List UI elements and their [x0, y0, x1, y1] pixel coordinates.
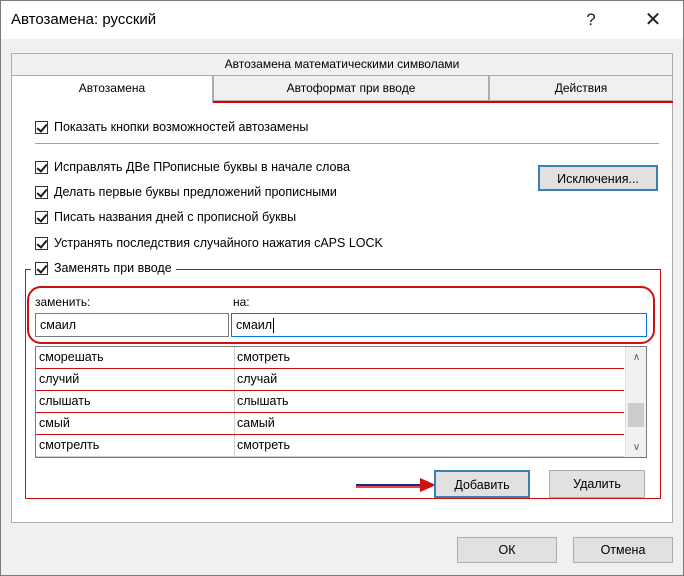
tab-math-autocorrect[interactable]: Автозамена математическими символами: [11, 53, 673, 75]
list-item-to: смотреть: [237, 350, 290, 364]
replace-as-you-type-option[interactable]: Заменять при вводе: [31, 259, 176, 277]
fix-caps-lock-checkbox[interactable]: [35, 236, 48, 250]
capitalize-days-option[interactable]: Писать названия дней с прописной буквы: [35, 208, 296, 226]
scroll-up-icon[interactable]: ∧: [626, 349, 646, 366]
list-item-from: слышать: [39, 394, 91, 408]
help-icon[interactable]: ?: [575, 7, 607, 33]
with-input-value: смаил: [236, 318, 273, 332]
list-item-to: самый: [237, 416, 275, 430]
replacement-list[interactable]: сморешать смотреть случий случай слышать…: [35, 346, 647, 458]
capitalize-sentence-option[interactable]: Делать первые буквы предложений прописны…: [35, 183, 337, 201]
list-item-from: смый: [39, 416, 70, 430]
list-item-to: случай: [237, 372, 278, 386]
annotation-underline: [213, 101, 673, 103]
cancel-button[interactable]: Отмена: [573, 537, 673, 563]
list-item[interactable]: случий случай: [36, 369, 624, 391]
capitalize-days-checkbox[interactable]: [35, 210, 48, 224]
exceptions-button[interactable]: Исключения...: [538, 165, 658, 191]
fix-two-caps-option[interactable]: Исправлять ДВе ПРописные буквы в начале …: [35, 158, 350, 176]
text-caret: [273, 318, 275, 334]
title-bar: Автозамена: русский ? ✕: [1, 1, 683, 39]
fix-two-caps-label: Исправлять ДВе ПРописные буквы в начале …: [54, 160, 350, 174]
tab-math-autocorrect-label: Автозамена математическими символами: [224, 57, 460, 71]
fix-two-caps-checkbox[interactable]: [35, 160, 48, 174]
replace-column-label: заменить:: [35, 295, 91, 309]
replace-input[interactable]: смаил: [35, 313, 229, 337]
tab-actions-label: Действия: [554, 81, 608, 95]
capitalize-days-label: Писать названия дней с прописной буквы: [54, 210, 297, 224]
tab-autocorrect-label: Автозамена: [78, 81, 146, 95]
tab-autocorrect[interactable]: Автозамена: [11, 75, 213, 103]
show-buttons-option[interactable]: Показать кнопки возможностей автозамены: [35, 118, 308, 136]
annotation-arrow-icon: [356, 478, 436, 492]
replace-as-you-type-checkbox[interactable]: [35, 261, 48, 275]
list-item[interactable]: смотрелть смотреть: [36, 435, 624, 457]
dialog-title: Автозамена: русский: [11, 11, 157, 28]
list-item[interactable]: смый самый: [36, 413, 624, 435]
delete-button[interactable]: Удалить: [549, 470, 645, 498]
capitalize-sentence-checkbox[interactable]: [35, 185, 48, 199]
tab-actions[interactable]: Действия: [489, 75, 673, 101]
tab-autoformat-label: Автоформат при вводе: [286, 81, 416, 95]
list-item-from: сморешать: [39, 350, 104, 364]
replace-input-value: смаил: [40, 318, 77, 332]
capitalize-sentence-label: Делать первые буквы предложений прописны…: [54, 185, 337, 199]
list-item[interactable]: сморешать смотреть: [36, 347, 624, 369]
divider: [35, 143, 659, 144]
show-buttons-label: Показать кнопки возможностей автозамены: [54, 120, 309, 134]
fix-caps-lock-label: Устранять последствия случайного нажатия…: [54, 236, 383, 250]
show-buttons-checkbox[interactable]: [35, 120, 48, 134]
list-item[interactable]: слышать слышать: [36, 391, 624, 413]
autocorrect-dialog: Автозамена: русский ? ✕ Автозамена матем…: [0, 0, 684, 576]
scroll-thumb[interactable]: [628, 403, 644, 427]
list-item-to: слышать: [237, 394, 289, 408]
add-button[interactable]: Добавить: [434, 470, 530, 498]
with-column-label: на:: [233, 295, 250, 309]
scroll-down-icon[interactable]: ∨: [626, 439, 646, 456]
tab-autoformat[interactable]: Автоформат при вводе: [213, 75, 489, 101]
list-item-from: случий: [39, 372, 80, 386]
replace-as-you-type-label: Заменять при вводе: [54, 261, 172, 275]
list-scrollbar[interactable]: ∧ ∨: [625, 347, 646, 457]
close-icon[interactable]: ✕: [637, 7, 669, 33]
with-input[interactable]: смаил: [231, 313, 647, 337]
fix-caps-lock-option[interactable]: Устранять последствия случайного нажатия…: [35, 234, 383, 252]
ok-button[interactable]: ОК: [457, 537, 557, 563]
list-item-from: смотрелть: [39, 438, 100, 452]
list-item-to: смотреть: [237, 438, 290, 452]
